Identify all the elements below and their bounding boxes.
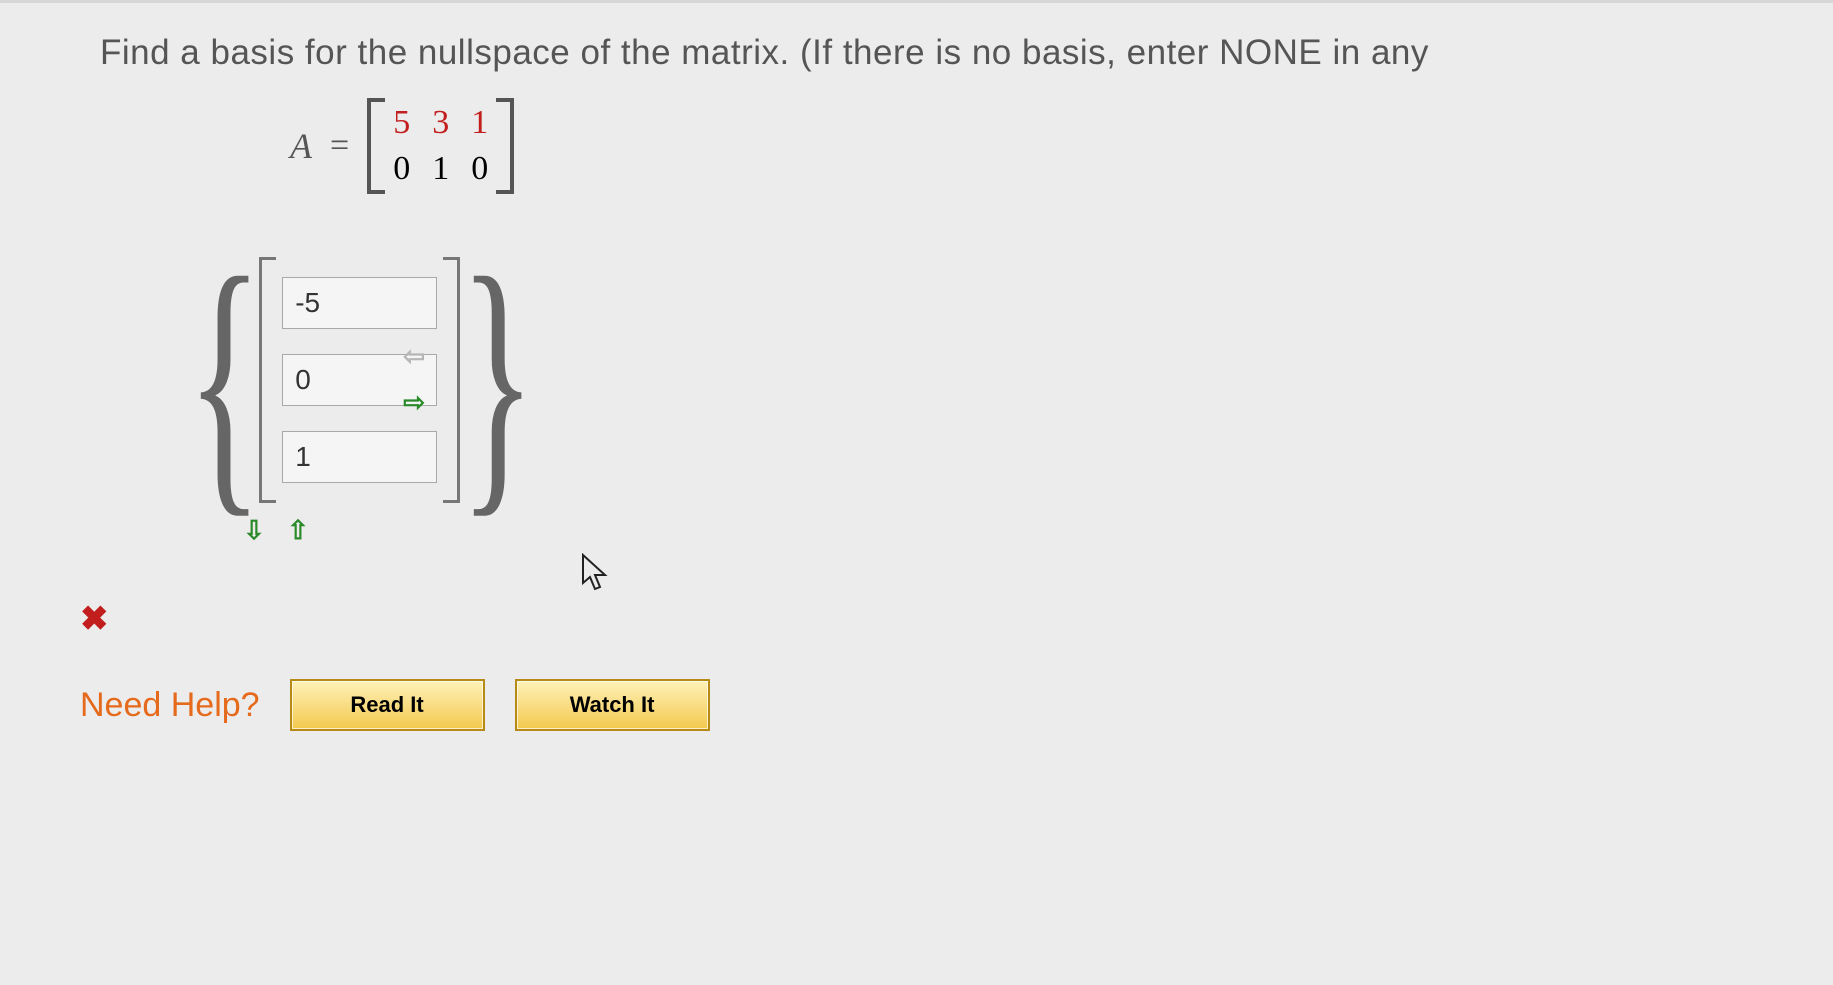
right-brace: } [460,249,537,510]
vector-left-bracket [259,257,276,503]
x-icon: ✖ [80,600,109,638]
matrix-cell-r2c1: 0 [393,150,410,188]
matrix-display: A = 5 3 1 0 1 0 [290,98,1773,194]
left-brace: { [186,249,263,510]
vector-input-1[interactable] [282,277,437,329]
equals-sign: = [330,127,349,165]
matrix-cells: 5 3 1 0 1 0 [385,98,496,194]
matrix-cell-r2c3: 0 [471,150,488,188]
question-panel: Find a basis for the nullspace of the ma… [0,0,1833,985]
remove-row-icon[interactable]: ⇧ [284,516,312,544]
add-column-icon[interactable]: ⇨ [400,389,428,417]
matrix-cell-r1c1: 5 [393,104,410,142]
basis-vector [259,257,460,503]
vector-input-3[interactable] [282,431,437,483]
matrix-cell-r1c2: 3 [432,104,449,142]
matrix-left-bracket [367,98,385,194]
cursor-icon [580,553,610,602]
matrix-variable-label: A [290,125,312,167]
matrix-A: 5 3 1 0 1 0 [367,98,514,194]
question-text: Find a basis for the nullspace of the ma… [100,33,1773,73]
answer-set: { ⇦ ⇨ } [155,249,1773,510]
matrix-right-bracket [496,98,514,194]
need-help-label: Need Help? [80,686,260,725]
remove-column-icon[interactable]: ⇦ [400,343,428,371]
matrix-cell-r2c2: 1 [432,150,449,188]
matrix-cell-r1c3: 1 [471,104,488,142]
watch-it-button[interactable]: Watch It [515,679,710,731]
column-arrows: ⇦ ⇨ [400,343,428,417]
incorrect-indicator: ✖ [80,599,1773,639]
need-help-row: Need Help? Read It Watch It [80,679,1773,731]
vector-right-bracket [443,257,460,503]
read-it-button[interactable]: Read It [290,679,485,731]
